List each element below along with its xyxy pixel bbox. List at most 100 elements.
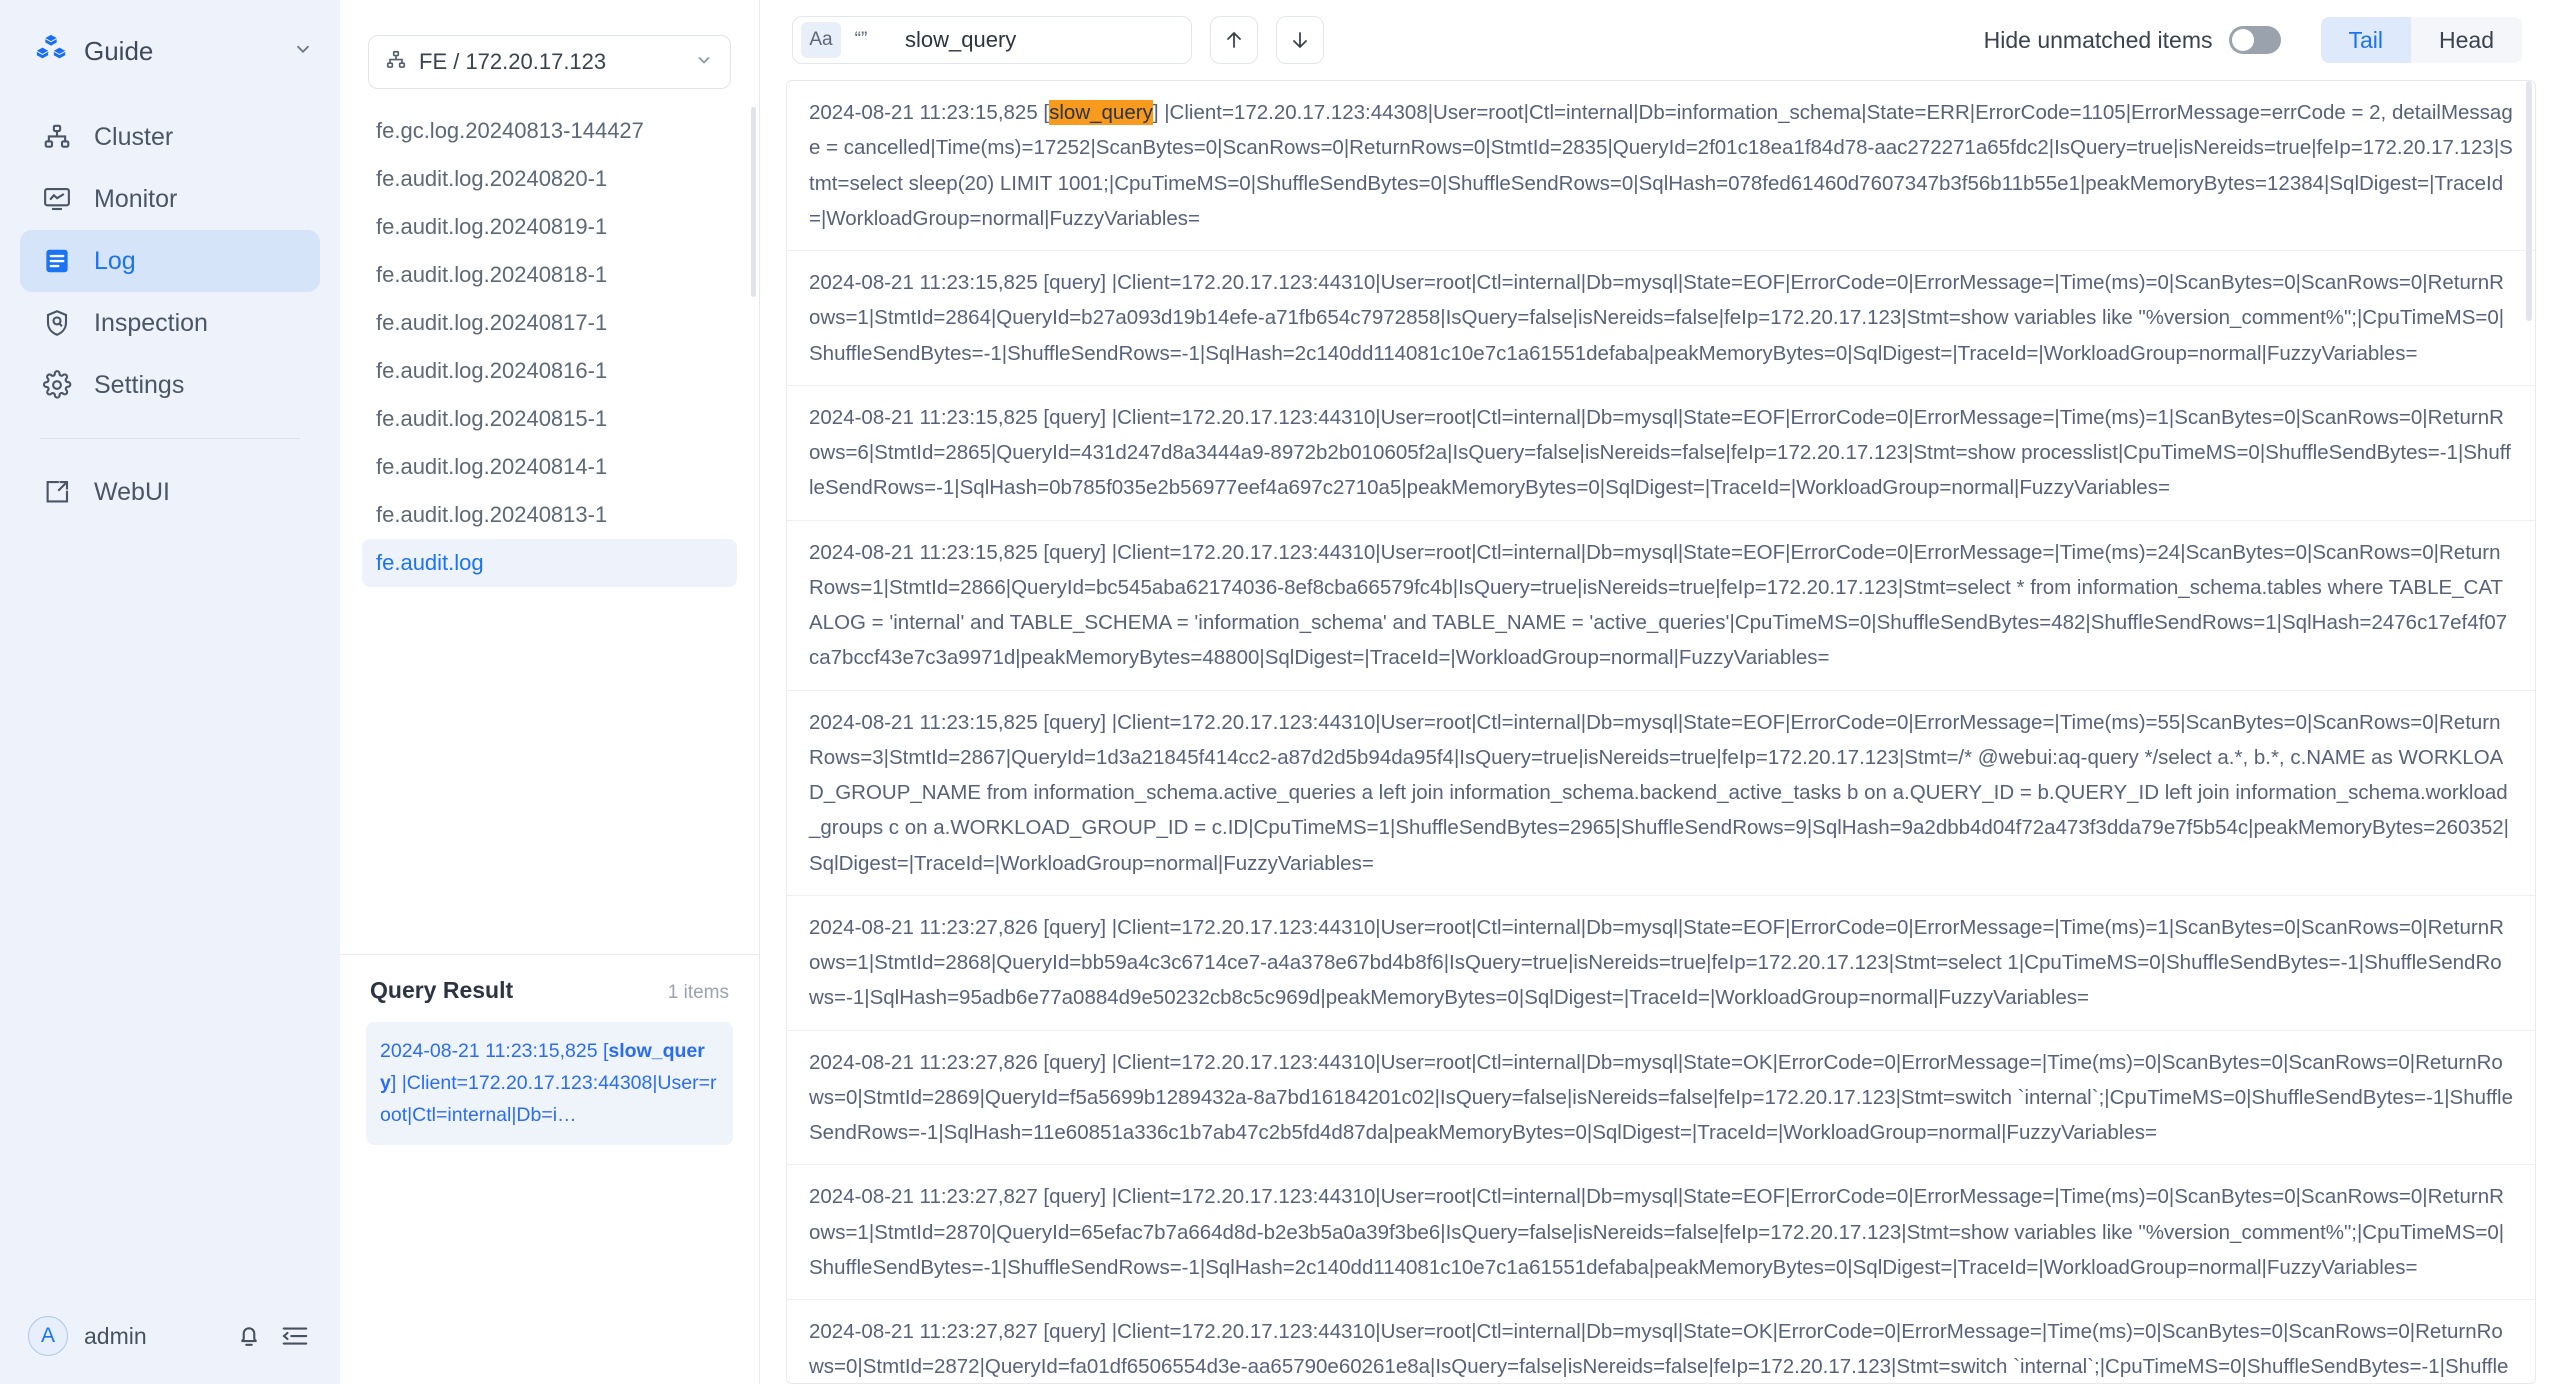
search-prev-button[interactable] (1210, 16, 1258, 64)
monitor-chart-icon (42, 184, 72, 214)
log-text: 2024-08-21 11:23:27,826 [query] |Client=… (809, 915, 2504, 1010)
log-text: 2024-08-21 11:23:15,825 [query] |Client=… (809, 710, 2509, 875)
file-list-item[interactable]: fe.audit.log.20240814-1 (362, 443, 737, 491)
log-text: 2024-08-21 11:23:15,825 [query] |Client=… (809, 405, 2511, 500)
gear-icon (42, 370, 72, 400)
file-list-item[interactable]: fe.gc.log.20240813-144427 (362, 107, 737, 155)
log-row[interactable]: 2024-08-21 11:23:15,825 [query] |Client=… (787, 521, 2535, 691)
file-name: fe.audit.log.20240820-1 (376, 166, 608, 191)
log-row[interactable]: 2024-08-21 11:23:27,826 [query] |Client=… (787, 896, 2535, 1031)
sidebar-item-label: Inspection (94, 308, 208, 337)
sidebar-item-monitor[interactable]: Monitor (20, 168, 320, 230)
hide-unmatched-label: Hide unmatched items (1983, 26, 2213, 53)
file-name: fe.audit.log.20240814-1 (376, 454, 608, 479)
tail-head-switch: Tail Head (2320, 17, 2522, 63)
search-next-button[interactable] (1276, 16, 1324, 64)
file-list-item[interactable]: fe.audit.log.20240818-1 (362, 251, 737, 299)
file-name: fe.audit.log.20240819-1 (376, 214, 608, 239)
log-text: 2024-08-21 11:23:27,827 [query] |Client=… (809, 1185, 2505, 1279)
sidebar-item-settings[interactable]: Settings (20, 354, 320, 416)
sidebar-footer: A admin (0, 1288, 340, 1384)
log-highlight: slow_query (1049, 100, 1153, 125)
log-row[interactable]: 2024-08-21 11:23:15,825 [query] |Client=… (787, 251, 2535, 386)
log-document-icon (42, 246, 72, 276)
qr-suffix: ] |Client=172.20.17.123:44308|User=root|… (380, 1072, 717, 1127)
query-result-count: 1 items (667, 982, 729, 1003)
bell-icon[interactable] (234, 1321, 264, 1351)
node-selector-value: FE / 172.20.17.123 (419, 49, 607, 74)
chevron-down-icon[interactable] (292, 38, 314, 65)
log-row[interactable]: 2024-08-21 11:23:15,825 [query] |Client=… (787, 691, 2535, 896)
file-name: fe.gc.log.20240813-144427 (376, 118, 644, 143)
file-list-item[interactable]: fe.audit.log.20240815-1 (362, 395, 737, 443)
log-scrollbar[interactable] (2526, 81, 2532, 321)
tab-tail[interactable]: Tail (2320, 17, 2412, 63)
sidebar-item-label: WebUI (94, 477, 170, 506)
file-list-scrollbar[interactable] (751, 107, 756, 297)
chevron-down-icon (694, 50, 714, 75)
log-toolbar: Aa “” Hide unmatched items Tail Head (760, 0, 2560, 80)
brand-label: Guide (84, 35, 154, 66)
collapse-sidebar-icon[interactable] (280, 1321, 310, 1351)
file-list-item[interactable]: fe.audit.log.20240817-1 (362, 299, 737, 347)
hide-unmatched-toggle[interactable] (2228, 26, 2281, 54)
sitemap-icon (385, 49, 407, 76)
log-viewer[interactable]: 2024-08-21 11:23:15,825 [slow_query] |Cl… (786, 80, 2536, 1384)
log-row[interactable]: 2024-08-21 11:23:15,825 [slow_query] |Cl… (787, 81, 2535, 251)
match-case-button[interactable]: Aa (801, 22, 841, 58)
avatar[interactable]: A (28, 1316, 68, 1356)
log-text: 2024-08-21 11:23:15,825 [ (809, 101, 1050, 124)
file-name: fe.audit.log.20240815-1 (376, 406, 608, 431)
query-result-item[interactable]: 2024-08-21 11:23:15,825 [slow_query] |Cl… (366, 1022, 733, 1145)
query-result-title: Query Result (370, 977, 514, 1003)
file-name: fe.audit.log.20240813-1 (376, 502, 608, 527)
file-list[interactable]: fe.gc.log.20240813-144427 fe.audit.log.20… (340, 107, 759, 954)
qr-prefix: 2024-08-21 11:23:15,825 [ (380, 1040, 609, 1062)
whole-word-button[interactable]: “” (841, 22, 881, 58)
log-rows: 2024-08-21 11:23:15,825 [slow_query] |Cl… (787, 81, 2535, 1383)
log-text: 2024-08-21 11:23:27,827 [query] |Client=… (809, 1320, 2509, 1379)
query-result-panel: Query Result 1 items 2024-08-21 11:23:15… (340, 954, 759, 1384)
node-selector[interactable]: FE / 172.20.17.123 (368, 35, 731, 89)
external-link-icon (42, 477, 72, 507)
log-row[interactable]: 2024-08-21 11:23:27,827 [query] |Client=… (787, 1165, 2535, 1300)
log-text: 2024-08-21 11:23:27,826 [query] |Client=… (809, 1050, 2514, 1145)
sidebar-item-label: Monitor (94, 184, 178, 213)
log-text: 2024-08-21 11:23:15,825 [query] |Client=… (809, 271, 2505, 365)
file-name: fe.audit.log.20240817-1 (376, 310, 608, 335)
query-result-header: Query Result 1 items (364, 977, 735, 1004)
sidebar-item-cluster[interactable]: Cluster (20, 106, 320, 168)
file-name: fe.audit.log (376, 550, 484, 575)
file-panel: FE / 172.20.17.123 fe.gc.log.20240813-14… (340, 0, 760, 1384)
file-name: fe.audit.log.20240816-1 (376, 358, 608, 383)
file-name: fe.audit.log.20240818-1 (376, 262, 608, 287)
sidebar: Guide Cluster Monitor Log Inspection Set… (0, 0, 340, 1384)
shield-search-icon (42, 308, 72, 338)
search-input[interactable] (905, 27, 1193, 53)
log-row[interactable]: 2024-08-21 11:23:27,827 [query] |Client=… (787, 1300, 2535, 1383)
file-list-item[interactable]: fe.audit.log.20240816-1 (362, 347, 737, 395)
file-list-item[interactable]: fe.audit.log.20240819-1 (362, 203, 737, 251)
username-label: admin (84, 1322, 147, 1349)
sidebar-item-webui[interactable]: WebUI (20, 461, 320, 523)
tab-head[interactable]: Head (2411, 17, 2522, 63)
log-row[interactable]: 2024-08-21 11:23:15,825 [query] |Client=… (787, 386, 2535, 521)
app-root: Guide Cluster Monitor Log Inspection Set… (0, 0, 2560, 1384)
sidebar-item-log[interactable]: Log (20, 230, 320, 292)
file-list-item[interactable]: fe.audit.log.20240820-1 (362, 155, 737, 203)
sidebar-item-inspection[interactable]: Inspection (20, 292, 320, 354)
sidebar-item-label: Cluster (94, 122, 174, 151)
search-box[interactable]: Aa “” (792, 16, 1193, 64)
sidebar-divider (40, 438, 300, 439)
sitemap-icon (42, 122, 72, 152)
log-row[interactable]: 2024-08-21 11:23:27,826 [query] |Client=… (787, 1031, 2535, 1166)
hide-unmatched-control[interactable]: Hide unmatched items (1984, 26, 2281, 54)
sidebar-item-label: Settings (94, 370, 185, 399)
log-text: 2024-08-21 11:23:15,825 [query] |Client=… (809, 540, 2508, 670)
file-list-item[interactable]: fe.audit.log.20240813-1 (362, 491, 737, 539)
main-content: Aa “” Hide unmatched items Tail Head (760, 0, 2560, 1384)
sidebar-item-label: Log (94, 246, 136, 275)
toggle-knob (2231, 29, 2254, 51)
file-list-item[interactable]: fe.audit.log (362, 539, 737, 587)
brand-guide[interactable]: Guide (34, 22, 314, 80)
